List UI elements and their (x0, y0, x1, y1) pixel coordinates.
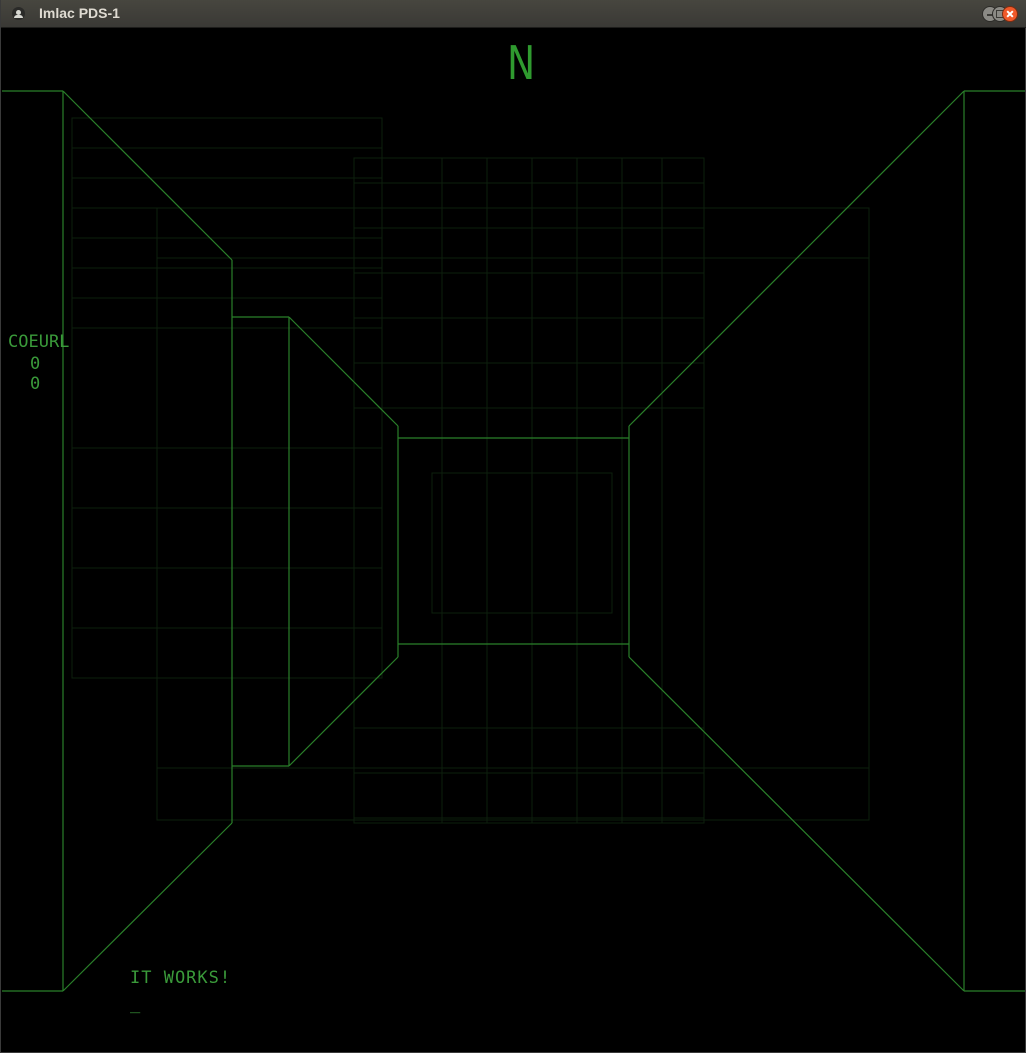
player-stat-2: 0 (30, 374, 41, 394)
close-icon[interactable] (1002, 6, 1018, 22)
imlac-window: Imlac PDS-1 N COEURL 0 0 IT WORKS! _ (0, 0, 1026, 1053)
title-bar[interactable]: Imlac PDS-1 (1, 0, 1026, 28)
game-display[interactable]: N COEURL 0 0 IT WORKS! _ (2, 28, 1025, 1052)
left-wall-1-top (62, 90, 233, 261)
maze-view (2, 90, 1025, 992)
left-wall-1-bottom (62, 822, 233, 992)
input-cursor[interactable]: _ (130, 996, 140, 1013)
compass-heading: N (507, 36, 536, 90)
maze-walls (2, 90, 1025, 992)
right-wall-bottom (628, 656, 965, 992)
player-name: COEURL (8, 332, 70, 352)
window-title: Imlac PDS-1 (39, 5, 120, 21)
left-wall-2-bottom (288, 656, 399, 767)
imlac-app-icon (12, 7, 25, 20)
status-message: IT WORKS! (130, 968, 232, 988)
ghost-overlay (71, 117, 870, 824)
player-stat-1: 0 (30, 354, 41, 374)
